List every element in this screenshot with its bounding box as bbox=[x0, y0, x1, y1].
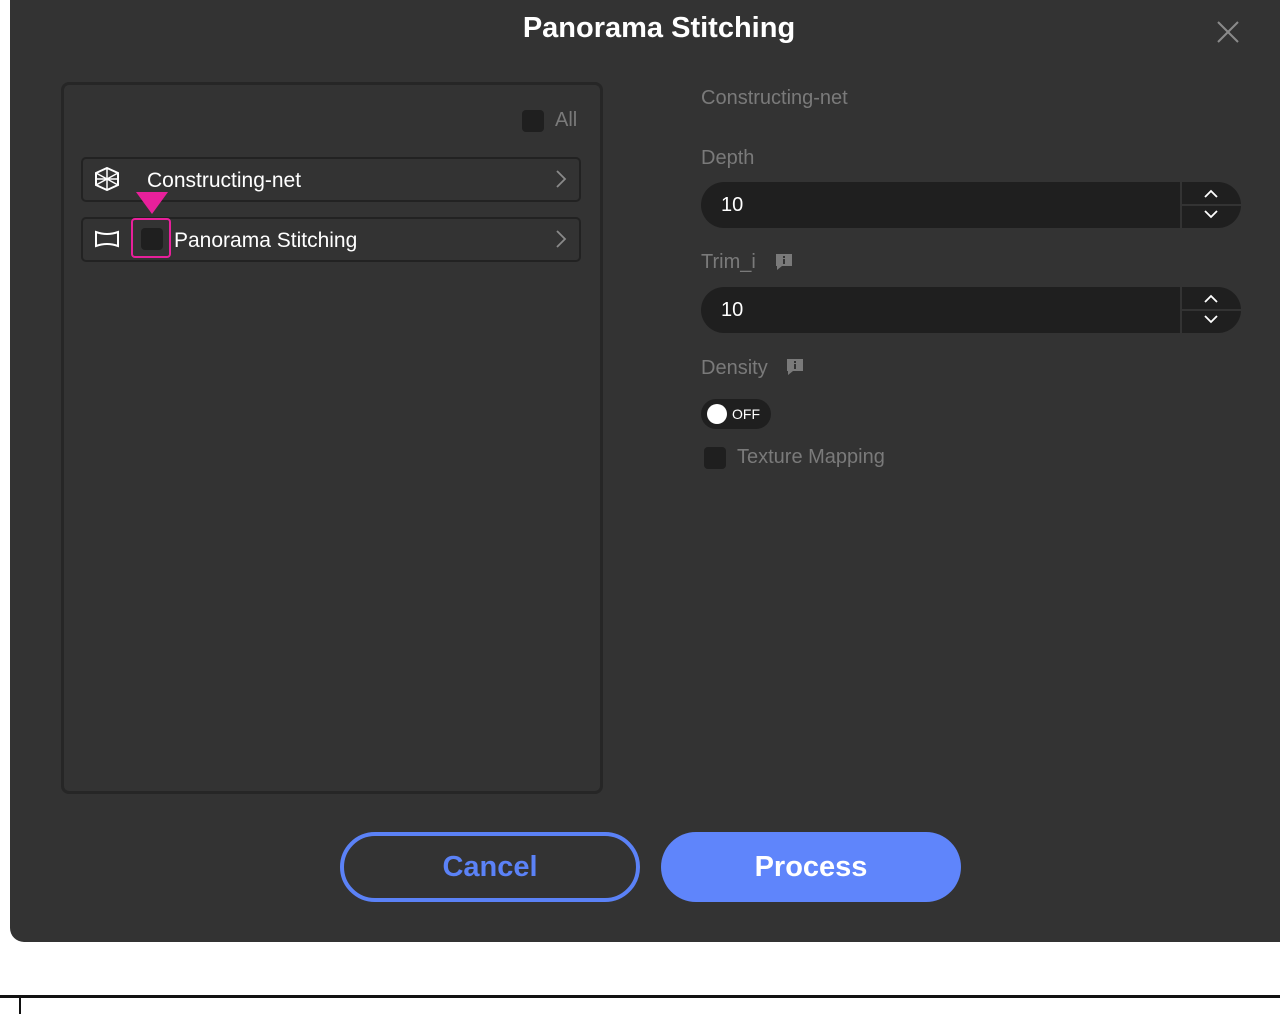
highlighted-checkbox-frame[interactable] bbox=[131, 218, 171, 258]
chevron-down-icon[interactable] bbox=[1201, 206, 1221, 222]
info-icon[interactable] bbox=[774, 252, 794, 272]
select-all-row[interactable]: All bbox=[522, 109, 577, 132]
chevron-up-icon[interactable] bbox=[1201, 291, 1221, 307]
texture-mapping-row[interactable]: Texture Mapping bbox=[704, 446, 885, 469]
trim-label: Trim_i bbox=[701, 251, 756, 273]
cube-net-icon bbox=[93, 166, 121, 192]
panorama-dialog: Panorama Stitching All Constructing-net bbox=[10, 0, 1280, 942]
density-toggle[interactable]: OFF bbox=[701, 399, 771, 429]
chevron-right-icon bbox=[553, 229, 569, 249]
select-all-checkbox[interactable] bbox=[522, 109, 544, 132]
texture-mapping-checkbox[interactable] bbox=[704, 446, 726, 469]
process-list-panel: All Constructing-net Panorama Stitching bbox=[61, 82, 603, 794]
density-label: Density bbox=[701, 357, 768, 379]
toggle-knob bbox=[707, 404, 727, 424]
texture-mapping-label: Texture Mapping bbox=[737, 446, 885, 468]
close-icon[interactable] bbox=[1214, 18, 1242, 46]
list-item-label: Constructing-net bbox=[147, 169, 302, 192]
depth-label: Depth bbox=[701, 147, 755, 169]
cancel-button[interactable]: Cancel bbox=[340, 832, 640, 902]
select-all-label: All bbox=[555, 109, 578, 131]
pointer-arrow-icon bbox=[135, 191, 169, 215]
list-item-panorama-stitching[interactable]: Panorama Stitching bbox=[81, 217, 581, 262]
divider bbox=[0, 995, 1280, 998]
panorama-stitching-checkbox[interactable] bbox=[141, 228, 163, 250]
section-title: Constructing-net bbox=[701, 87, 848, 109]
depth-value[interactable]: 10 bbox=[721, 194, 743, 217]
depth-stepper[interactable]: 10 bbox=[701, 182, 1241, 228]
trim-stepper[interactable]: 10 bbox=[701, 287, 1241, 333]
divider bbox=[19, 995, 21, 1014]
panorama-icon bbox=[93, 227, 121, 251]
dialog-title: Panorama Stitching bbox=[522, 12, 796, 44]
chevron-down-icon[interactable] bbox=[1201, 311, 1221, 327]
info-icon[interactable] bbox=[785, 357, 805, 377]
toggle-state: OFF bbox=[732, 406, 760, 422]
process-button[interactable]: Process bbox=[661, 832, 961, 902]
trim-value[interactable]: 10 bbox=[721, 299, 743, 322]
chevron-up-icon[interactable] bbox=[1201, 186, 1221, 202]
chevron-right-icon bbox=[553, 169, 569, 189]
list-item-label: Panorama Stitching bbox=[174, 229, 358, 252]
